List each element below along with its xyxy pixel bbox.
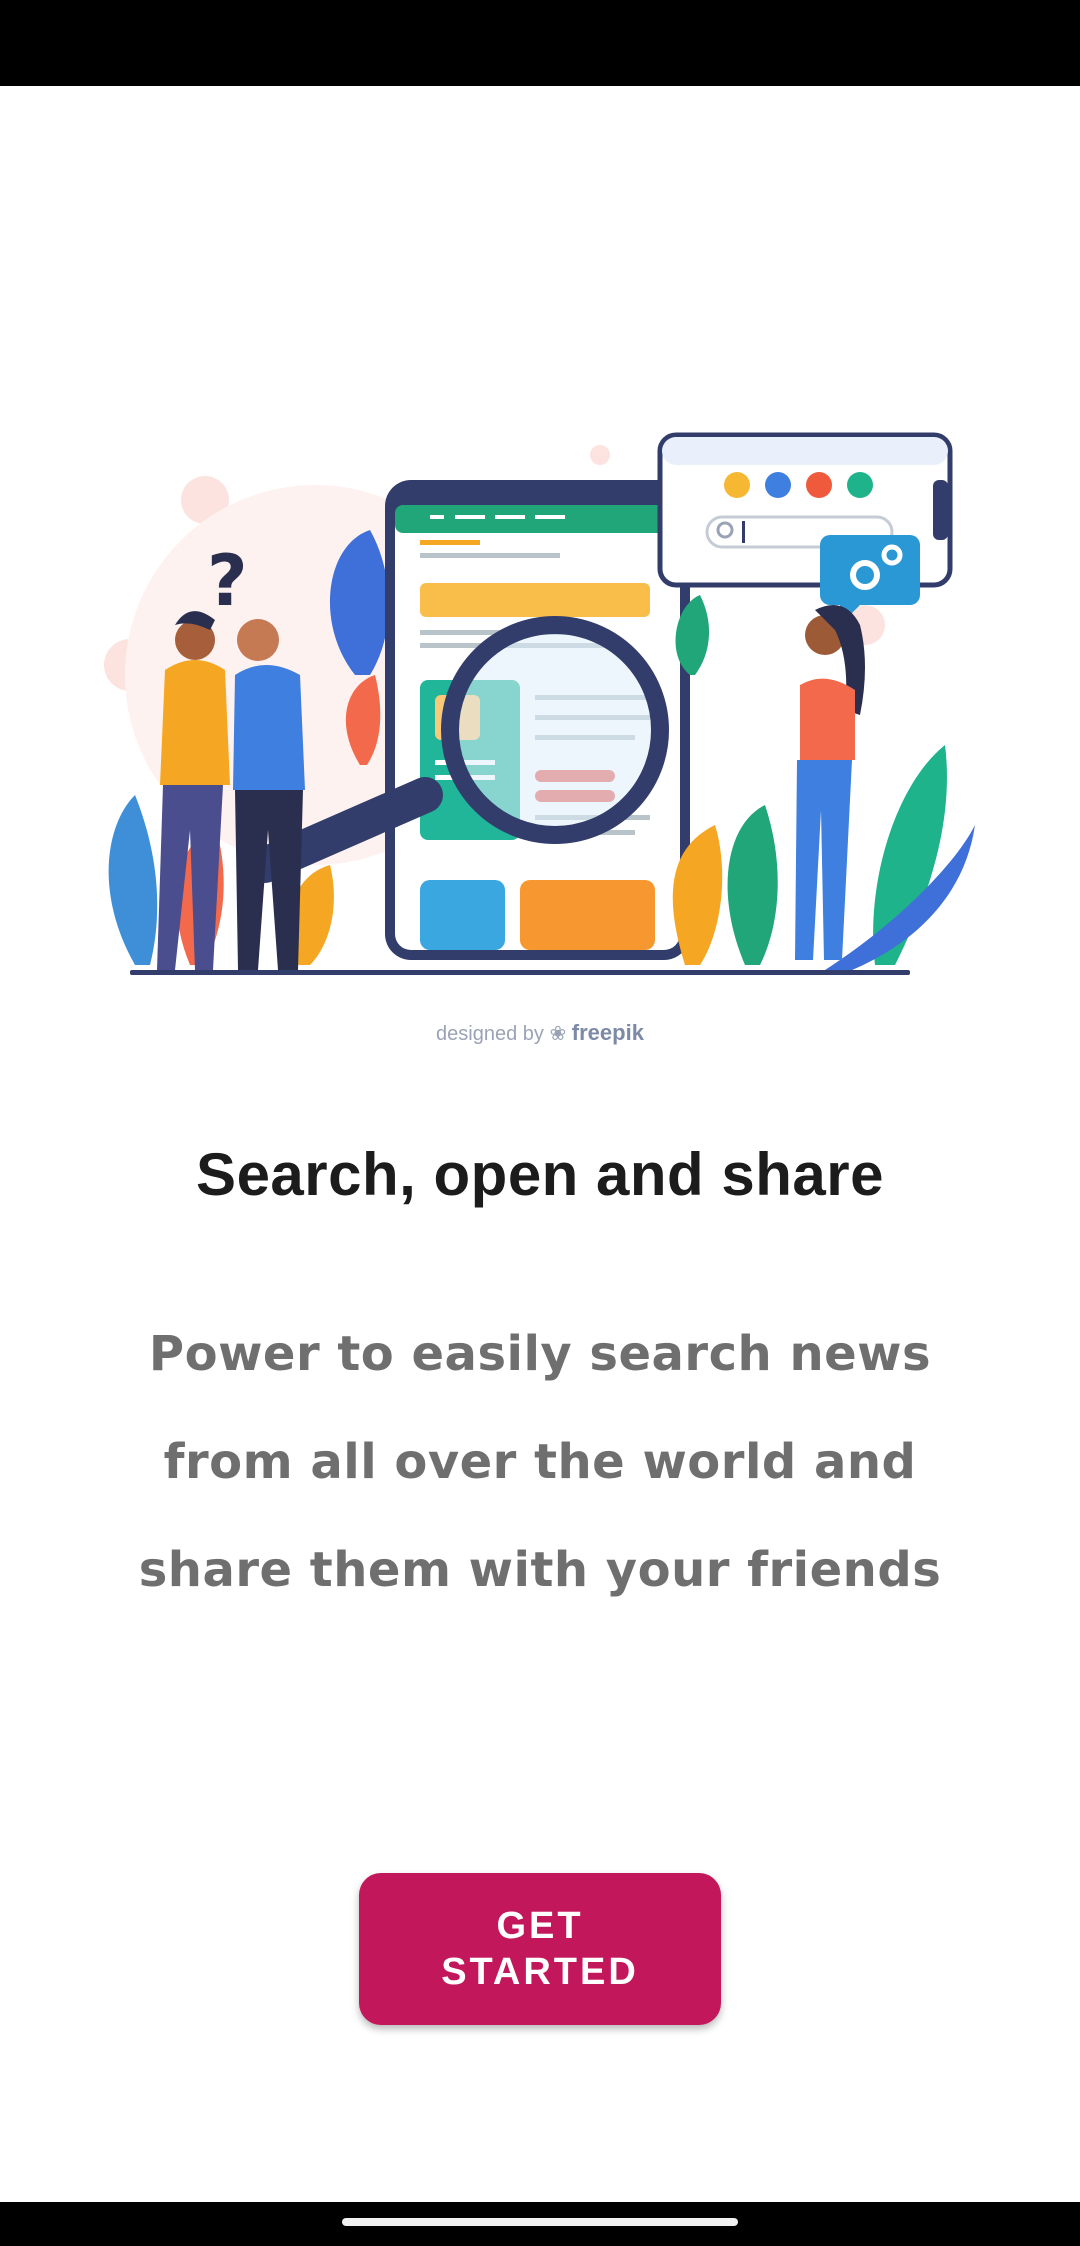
navigation-bar: [0, 2202, 1080, 2246]
image-credit: designed by ❀ freepik: [0, 1020, 1080, 1046]
onboarding-illustration: ?: [104, 432, 975, 975]
status-bar: [0, 0, 1080, 86]
get-started-button[interactable]: GET STARTED: [359, 1873, 721, 2025]
leaf-right-teal: [727, 805, 778, 965]
question-mark: ?: [207, 540, 248, 622]
person-right: [795, 605, 865, 960]
page-subtitle: Power to easily search news from all ove…: [138, 1326, 942, 1598]
leaf-left-blue: [108, 795, 158, 965]
freepik-logo-icon: ❀: [549, 1023, 567, 1045]
credit-prefix: designed by: [436, 1023, 544, 1045]
page-title: Search, open and share: [196, 1141, 884, 1208]
home-gesture-handle[interactable]: [342, 2218, 738, 2226]
credit-brand: freepik: [571, 1020, 644, 1045]
browser-card: [657, 432, 953, 625]
